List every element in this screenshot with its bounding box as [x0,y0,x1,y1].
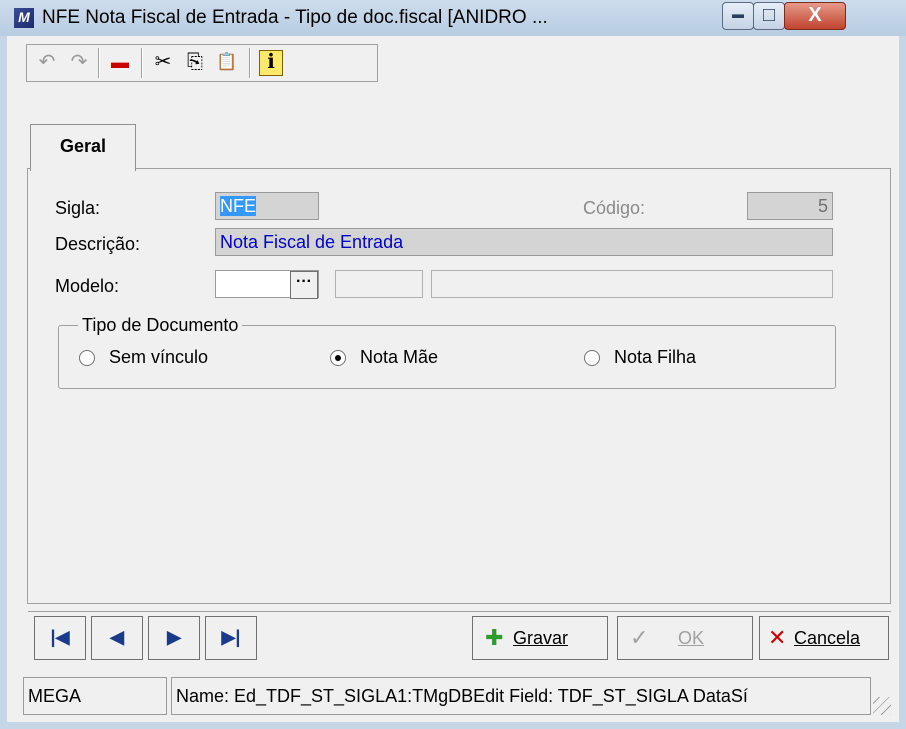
toolbar-separator [98,48,100,78]
sigla-input[interactable]: NFE [215,192,319,220]
close-button[interactable]: X [784,2,846,30]
delete-record-icon[interactable]: ▬ [106,48,134,76]
modelo-description-field [431,270,833,298]
plus-icon: ✚ [485,625,504,650]
codigo-input[interactable]: 5 [747,192,833,220]
modelo-code-field [335,270,423,298]
toolbar-separator [249,48,251,78]
paste-icon[interactable]: 📋 [213,48,241,76]
status-user: MEGA [23,677,167,715]
last-record-icon: ▶| [221,627,241,647]
radio-nota-mae-label[interactable]: Nota Mãe [360,347,438,368]
maximize-button[interactable]: □ [753,2,785,30]
last-record-button[interactable]: ▶| [205,616,257,660]
radio-nota-mae[interactable] [330,350,346,366]
minimize-icon: ▬ [732,7,744,21]
radio-sem-vinculo-label[interactable]: Sem vínculo [109,347,208,368]
radio-sem-vinculo[interactable] [79,350,95,366]
codigo-label: Código: [583,198,646,218]
descricao-input[interactable]: Nota Fiscal de Entrada [215,228,833,256]
descricao-label: Descrição: [55,234,141,254]
gravar-label: Gravar [513,628,569,648]
toolbar-separator [141,48,143,78]
tipo-documento-title: Tipo de Documento [78,315,243,336]
resize-grip-icon[interactable] [873,697,891,715]
next-record-icon: ▶ [167,627,181,647]
sigla-value: NFE [220,196,256,216]
checkmark-icon: ✓ [630,625,649,650]
navigation-bar: |◀ ◀ ▶ ▶| ✚ Gravar ✓ OK ✕ Cancela [28,611,891,664]
codigo-value: 5 [817,196,828,216]
close-icon: X [808,4,822,26]
cancela-label: Cancela [794,628,861,648]
previous-record-button[interactable]: ◀ [91,616,143,660]
modelo-lookup-button[interactable]: ··· [290,271,318,299]
first-record-icon: |◀ [50,627,70,647]
window-title: NFE Nota Fiscal de Entrada - Tipo de doc… [42,7,548,28]
radio-nota-filha[interactable] [584,350,600,366]
radio-selected-dot [335,355,341,361]
info-icon[interactable]: ℹ [259,50,283,76]
cancel-x-icon: ✕ [768,625,787,650]
minimize-button[interactable]: ▬ [722,2,754,30]
next-record-button[interactable]: ▶ [148,616,200,660]
maximize-icon: □ [762,4,776,26]
first-record-button[interactable]: |◀ [34,616,86,660]
status-info: Name: Ed_TDF_ST_SIGLA1:TMgDBEdit Field: … [171,677,871,715]
status-bar: MEGA Name: Ed_TDF_ST_SIGLA1:TMgDBEdit Fi… [23,677,891,717]
previous-record-icon: ◀ [110,627,124,647]
radio-nota-filha-label[interactable]: Nota Filha [614,347,696,368]
ok-label: OK [678,628,705,648]
copy-icon[interactable]: ⎘ [181,48,209,76]
descricao-value: Nota Fiscal de Entrada [220,232,404,252]
tab-geral[interactable]: Geral [30,124,136,171]
redo-icon[interactable]: ↷ [65,48,93,76]
title-bar[interactable]: M NFE Nota Fiscal de Entrada - Tipo de d… [0,0,906,36]
ok-button[interactable]: ✓ OK [617,616,753,660]
toolbar: ↶ ↷ ▬ ✂ ⎘ 📋 ℹ [26,44,378,82]
modelo-label: Modelo: [55,276,120,296]
gravar-button[interactable]: ✚ Gravar [472,616,608,660]
app-logo-icon: M [14,8,34,28]
cut-icon[interactable]: ✂ [149,48,177,76]
undo-icon[interactable]: ↶ [33,48,61,76]
sigla-label: Sigla: [55,198,101,218]
cancela-button[interactable]: ✕ Cancela [759,616,889,660]
